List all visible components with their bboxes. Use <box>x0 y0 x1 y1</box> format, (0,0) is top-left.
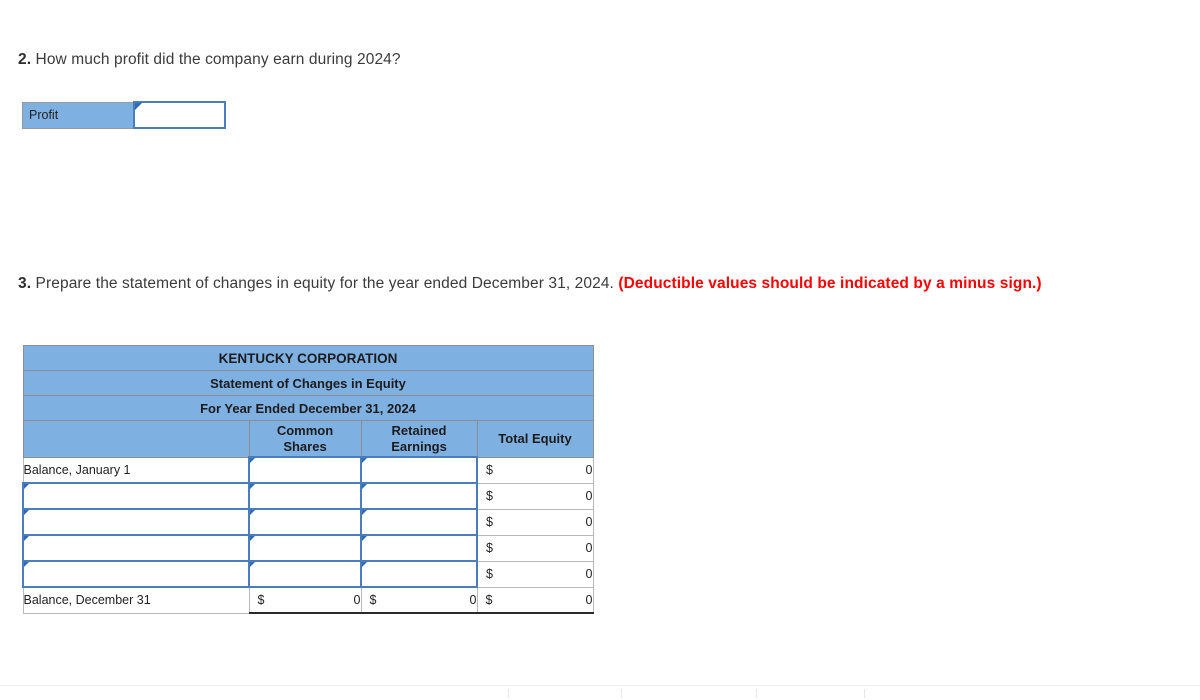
input-marker-icon <box>362 458 367 463</box>
input-marker-icon <box>362 484 367 489</box>
total-equity-value: 0 <box>585 592 593 607</box>
table-column-header-row: Common Shares Retained Earnings Total Eq… <box>22 420 594 458</box>
question-2-text: How much profit did the company earn dur… <box>31 51 401 68</box>
column-header-common-shares-line1: Common <box>276 422 334 438</box>
row-label-balance-january-1: Balance, January 1 <box>22 456 250 484</box>
table-title-row-period: For Year Ended December 31, 2024 <box>22 395 594 421</box>
input-marker-icon <box>250 510 255 515</box>
table-title-period: For Year Ended December 31, 2024 <box>22 395 594 421</box>
row-4-total-equity-cell: $ 0 <box>476 560 594 588</box>
column-header-retained-earnings-line1: Retained <box>391 422 447 438</box>
row-1-total-equity-value: 0 <box>585 489 593 503</box>
question-3-text: Prepare the statement of changes in equi… <box>31 275 619 292</box>
currency-symbol: $ <box>486 489 493 503</box>
strip-tick <box>508 689 509 698</box>
profit-row: Profit <box>22 101 226 129</box>
currency-symbol: $ <box>369 593 377 607</box>
table-row: $ 0 <box>22 508 594 536</box>
row-3-common-shares-input[interactable] <box>248 534 362 562</box>
row-4-total-equity-value: 0 <box>585 567 593 581</box>
table-row: $ 0 <box>22 482 594 510</box>
profit-answer-table: Profit <box>22 101 226 129</box>
row-3-total-equity-cell: $ 0 <box>476 534 594 562</box>
row-0-total-equity-value: 0 <box>585 463 593 477</box>
column-header-common-shares-line2: Shares <box>283 438 327 454</box>
total-equity-cell: $ 0 <box>476 586 594 614</box>
question-3-prompt: 3. Prepare the statement of changes in e… <box>18 272 1138 295</box>
column-header-retained-earnings: Retained Earnings <box>360 420 478 458</box>
strip-tick <box>756 689 757 698</box>
profit-input-cell[interactable] <box>133 101 226 129</box>
question-3-emphasis: (Deductible values should be indicated b… <box>618 275 1042 292</box>
question-2-prompt: 2. How much profit did the company earn … <box>18 48 401 71</box>
row-label-balance-december-31: Balance, December 31 <box>22 586 250 614</box>
profit-label: Profit <box>22 101 135 129</box>
row-2-total-equity-value: 0 <box>585 515 593 529</box>
table-row: $ 0 <box>22 560 594 588</box>
input-marker-icon <box>250 562 255 567</box>
worksheet-page: 2. How much profit did the company earn … <box>0 0 1200 700</box>
total-common-shares-value: 0 <box>353 593 361 607</box>
table-title-company: KENTUCKY CORPORATION <box>22 345 594 371</box>
column-header-retained-earnings-line2: Earnings <box>391 438 447 454</box>
input-marker-icon <box>24 484 29 489</box>
currency-symbol: $ <box>486 541 493 555</box>
input-marker-icon <box>250 458 255 463</box>
row-2-common-shares-input[interactable] <box>248 508 362 536</box>
input-marker-icon <box>362 536 367 541</box>
input-marker-icon <box>135 103 142 110</box>
row-1-total-equity-cell: $ 0 <box>476 482 594 510</box>
input-marker-icon <box>24 562 29 567</box>
table-title-row-company: KENTUCKY CORPORATION <box>22 345 594 371</box>
currency-symbol: $ <box>257 593 265 607</box>
total-retained-earnings-cell: $ 0 <box>360 586 478 614</box>
strip-tick <box>864 689 865 698</box>
row-2-retained-earnings-input[interactable] <box>360 508 478 536</box>
row-3-retained-earnings-input[interactable] <box>360 534 478 562</box>
table-row: $ 0 <box>22 534 594 562</box>
currency-symbol: $ <box>486 567 493 581</box>
row-3-total-equity-value: 0 <box>585 541 593 555</box>
input-marker-icon <box>24 536 29 541</box>
row-0-retained-earnings-input[interactable] <box>360 456 478 484</box>
input-marker-icon <box>250 536 255 541</box>
statement-of-changes-in-equity-table: KENTUCKY CORPORATION Statement of Change… <box>22 345 594 614</box>
table-title-row-statement: Statement of Changes in Equity <box>22 370 594 396</box>
row-0-common-shares-input[interactable] <box>248 456 362 484</box>
input-marker-icon <box>362 510 367 515</box>
row-3-label-input[interactable] <box>22 534 250 562</box>
row-2-total-equity-cell: $ 0 <box>476 508 594 536</box>
column-header-blank <box>22 420 250 458</box>
row-4-label-input[interactable] <box>22 560 250 588</box>
row-1-label-input[interactable] <box>22 482 250 510</box>
question-3-number: 3. <box>18 275 32 292</box>
bottom-partial-toolbar <box>0 685 1200 700</box>
row-1-common-shares-input[interactable] <box>248 482 362 510</box>
total-common-shares-cell: $ 0 <box>248 586 362 614</box>
input-marker-icon <box>250 484 255 489</box>
row-2-label-input[interactable] <box>22 508 250 536</box>
strip-tick <box>621 689 622 698</box>
input-marker-icon <box>24 510 29 515</box>
question-2-number: 2. <box>18 51 32 68</box>
row-4-common-shares-input[interactable] <box>248 560 362 588</box>
input-marker-icon <box>362 562 367 567</box>
table-total-row: Balance, December 31 $ 0 $ 0 $ 0 <box>22 586 594 614</box>
currency-symbol: $ <box>485 592 493 607</box>
currency-symbol: $ <box>486 463 493 477</box>
row-0-total-equity-cell: $ 0 <box>476 456 594 484</box>
column-header-common-shares: Common Shares <box>248 420 362 458</box>
table-title-statement: Statement of Changes in Equity <box>22 370 594 396</box>
row-1-retained-earnings-input[interactable] <box>360 482 478 510</box>
column-header-total-equity: Total Equity <box>476 420 594 458</box>
currency-symbol: $ <box>486 515 493 529</box>
table-row: Balance, January 1 $ 0 <box>22 456 594 484</box>
total-retained-earnings-value: 0 <box>469 593 477 607</box>
row-4-retained-earnings-input[interactable] <box>360 560 478 588</box>
